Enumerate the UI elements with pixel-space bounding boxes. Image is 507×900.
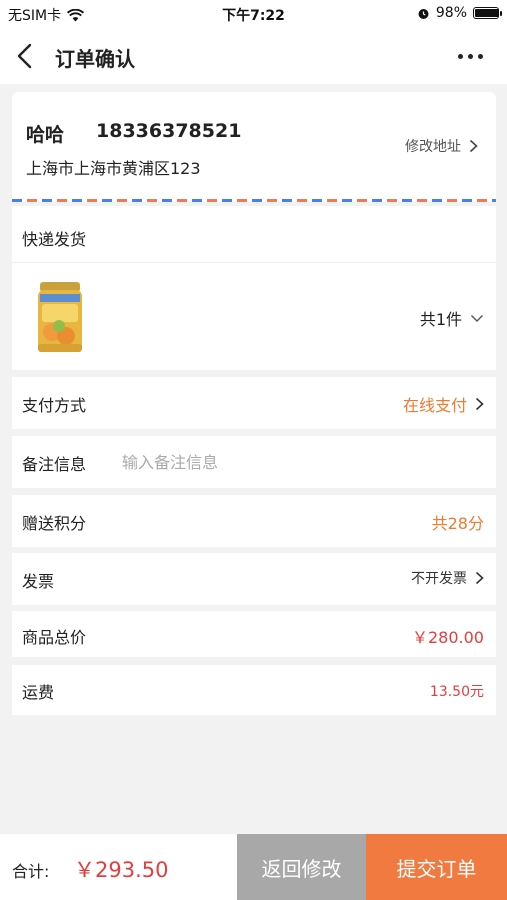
remark-row: 备注信息 — [12, 436, 496, 488]
item-count: 共1件 — [419, 310, 462, 329]
remark-input[interactable] — [122, 446, 482, 478]
product-image[interactable] — [34, 280, 86, 356]
sum-value: ￥293.50 — [74, 858, 169, 882]
goods-total-row: 商品总价 ￥280.00 — [12, 611, 496, 657]
recipient-name: 哈哈 — [26, 124, 65, 146]
battery-percent: 98% — [435, 5, 467, 21]
invoice-row[interactable]: 发票 不开发票 — [12, 553, 496, 605]
points-row: 赠送积分 共28分 — [12, 495, 496, 547]
alarm-icon — [418, 8, 429, 19]
envelope-stripe — [12, 199, 496, 202]
invoice-value-group: 不开发票 — [411, 568, 484, 588]
payment-label: 支付方式 — [22, 396, 87, 415]
invoice-label: 发票 — [22, 572, 55, 591]
delivery-card: 快递发货 共1件 — [12, 206, 496, 370]
goods-total-value: ￥280.00 — [412, 628, 484, 647]
battery-fill — [475, 9, 499, 17]
status-right: 98% — [417, 5, 502, 21]
invoice-value: 不开发票 — [411, 571, 467, 587]
freight-value: 13.50元 — [429, 684, 484, 700]
freight-row: 运费 13.50元 — [12, 665, 496, 715]
checkout-bar: 合计: ￥293.50 返回修改 提交订单 — [0, 834, 507, 900]
return-edit-button[interactable]: 返回修改 — [237, 834, 366, 900]
payment-value-group: 在线支付 — [403, 392, 484, 416]
payment-value: 在线支付 — [402, 396, 467, 415]
submit-order-button[interactable]: 提交订单 — [366, 834, 507, 900]
chevron-right-icon — [475, 571, 484, 585]
back-icon[interactable] — [14, 42, 38, 70]
chevron-down-icon — [471, 314, 483, 322]
nav-bar: 订单确认 — [0, 28, 507, 84]
chevron-right-icon — [469, 139, 478, 153]
remark-label: 备注信息 — [22, 455, 87, 474]
payment-row[interactable]: 支付方式 在线支付 — [12, 377, 496, 429]
item-count-toggle[interactable]: 共1件 — [420, 306, 484, 330]
points-value: 共28分 — [431, 514, 484, 533]
goods-total-label: 商品总价 — [22, 628, 87, 647]
more-icon[interactable] — [458, 54, 483, 59]
sum-label: 合计: — [12, 862, 50, 881]
chevron-right-icon — [475, 397, 484, 411]
delivery-method: 快递发货 — [22, 230, 87, 249]
recipient-phone: 18336378521 — [96, 120, 242, 142]
edit-address-button[interactable]: 修改地址 — [405, 136, 478, 156]
battery-icon — [473, 7, 502, 19]
page-title: 订单确认 — [55, 47, 135, 71]
divider — [12, 262, 496, 263]
edit-address-label: 修改地址 — [405, 139, 461, 155]
freight-label: 运费 — [22, 683, 55, 702]
address-detail: 上海市上海市黄浦区123 — [26, 159, 201, 178]
status-bar: 无SIM卡 下午7:22 98% — [0, 0, 507, 28]
address-card[interactable]: 哈哈 18336378521 上海市上海市黄浦区123 修改地址 — [12, 92, 496, 202]
points-label: 赠送积分 — [22, 514, 87, 533]
